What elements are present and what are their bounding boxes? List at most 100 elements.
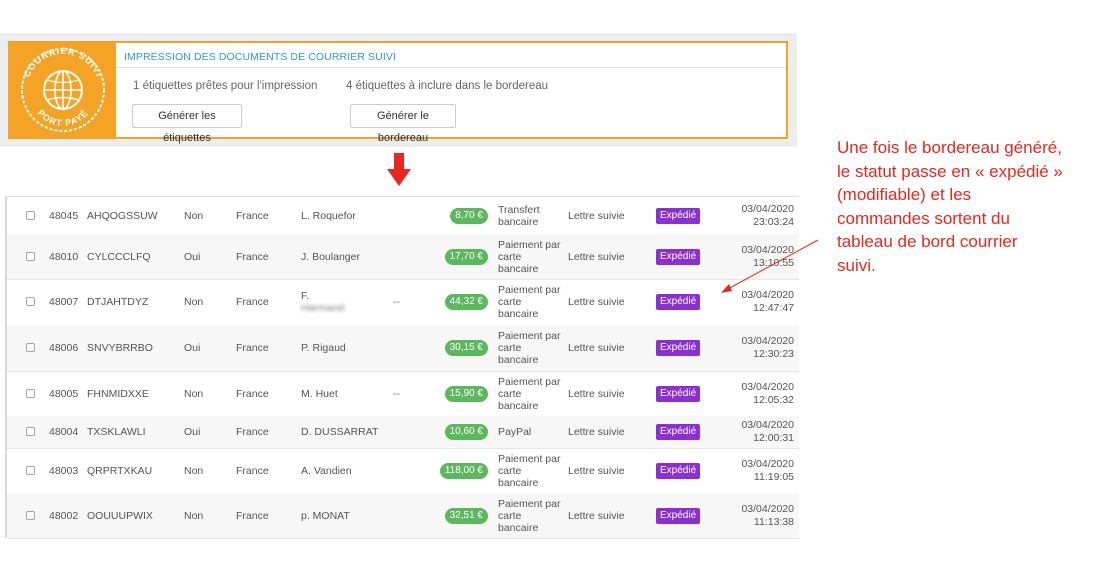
payment-method-line: carte [498,509,522,522]
order-time: 11:19:05 [753,470,794,483]
price-badge: 44,32 € [444,294,488,310]
payment-method-line: Paiement par [498,330,561,342]
customer-name-line: F. [301,290,310,302]
table-row[interactable]: 48004 TXSKLAWLI Oui France D. DUSSARRAT 10,60… [7,416,799,449]
customer-name-line: P. Rigaud [301,342,346,354]
new-customer-flag: Non [184,464,204,477]
status-badge[interactable]: Expédié [656,294,701,310]
new-customer-flag: Oui [184,342,201,354]
price-badge: 8,70 € [450,207,488,224]
row-checkbox[interactable] [26,388,35,398]
order-id[interactable]: 48010 [49,251,78,263]
delivery-country: France [236,387,269,400]
customer-name-line: p. MONAT [301,509,350,522]
customer-name: L. Roquefor [301,210,356,222]
order-id[interactable]: 48002 [49,510,78,522]
status-badge[interactable]: Expédié [656,248,701,265]
order-reference[interactable]: FHNMIDXXE [87,388,149,400]
shipping-method: Lettre suivie [568,509,625,522]
status-badge[interactable]: Expédié [656,462,701,479]
row-checkbox[interactable] [26,465,35,475]
row-checkbox[interactable] [26,427,35,436]
new-customer-flag: Oui [184,250,201,263]
order-reference[interactable]: CYLCCCLFQ [87,251,151,263]
order-reference[interactable]: AHQOGSSUW [87,210,158,222]
customer-name: P. Rigaud [301,342,346,354]
order-id[interactable]: 48004 [49,426,78,438]
payment-method: Paiement par carte bancaire [498,284,560,320]
customer-name: M. Huet [301,388,338,400]
order-reference[interactable]: DTJAHTDYZ [87,296,148,308]
courrier-suivi-logo: COURRIER SUIVI PORT PAYÉ [10,43,116,137]
order-datetime: 03/04/2020 11:19:05 [741,458,794,484]
globe-stamp-icon: COURRIER SUIVI PORT PAYÉ [21,47,105,132]
order-reference[interactable]: QRPRTXKAU [87,465,152,477]
delivery-country: France [236,426,269,438]
placeholder-dash: -- [393,296,400,308]
order-date: 03/04/2020 [741,335,794,347]
order-id[interactable]: 48045 [49,210,78,222]
generate-labels-button[interactable]: Générer les étiquettes [132,104,242,144]
table-row[interactable]: 48006 SNVYBRRBO Oui France P. Rigaud 30,15 € P… [7,325,799,372]
order-datetime: 03/04/2020 13:10:55 [741,244,794,270]
payment-method: Transfert bancaire [498,204,540,228]
payment-method-line: carte [498,387,522,400]
row-checkbox[interactable] [26,251,35,261]
order-datetime: 03/04/2020 12:00:31 [741,419,794,445]
status-badge[interactable]: Expédié [656,385,701,402]
customer-name: D. DUSSARRAT [301,426,378,438]
order-datetime: 03/04/2020 23:03:24 [741,203,794,229]
generate-bordereau-button[interactable]: Générer le bordereau [350,104,456,144]
status-badge[interactable]: Expédié [656,424,701,440]
row-checkbox[interactable] [26,510,35,520]
order-datetime: 03/04/2020 12:05:32 [741,381,794,407]
table-row[interactable]: 48003 QRPRTXKAU Non France A. Vandien 118,00 … [7,448,799,494]
order-date: 03/04/2020 [741,502,794,515]
payment-method-line: bancaire [498,399,539,412]
table-row[interactable]: 48010 CYLCCCLFQ Oui France J. Boulanger 17,70… [7,234,799,280]
delivery-country: France [236,509,269,522]
order-date: 03/04/2020 [741,457,794,470]
order-datetime: 03/04/2020 11:13:38 [741,503,794,529]
status-badge[interactable]: Expédié [656,207,701,224]
arrow-down-icon [387,153,411,186]
status-badge[interactable]: Expédié [656,507,701,524]
order-time: 12:00:31 [753,432,794,444]
annotation-line: suivi. [837,255,876,275]
payment-method: Paiement par carte bancaire [498,376,560,412]
status-badge[interactable]: Expédié [656,340,701,356]
order-date: 03/04/2020 [741,202,794,215]
labels-ready-text: 1 étiquettes prêtes pour l'impression [133,80,318,92]
annotation-note: Une fois le bordereau généré, le statut … [837,136,1105,277]
payment-method-line: Paiement par [498,375,561,388]
price-badge: 10,60 € [444,424,488,440]
order-id[interactable]: 48007 [49,296,78,308]
svg-text:PORT PAYÉ: PORT PAYÉ [36,108,91,128]
order-time: 12:05:32 [753,393,794,406]
order-id[interactable]: 48006 [49,342,78,354]
order-reference[interactable]: TXSKLAWLI [87,426,146,438]
payment-method-line: bancaire [498,215,539,228]
table-row[interactable]: 48007 DTJAHTDYZ Non France F. Harmand -- 44,32 … [7,279,799,326]
payment-method-line: carte [498,464,522,477]
table-row[interactable]: 48005 FHNMIDXXE Non France M. Huet -- 15,90 € P… [7,371,799,417]
customer-name-line: D. DUSSARRAT [301,426,379,438]
order-date: 03/04/2020 [741,289,794,301]
table-row[interactable]: 48045 AHQOGSSUW Non France L. Roquefor 8,70 €… [7,197,799,235]
order-reference[interactable]: OOUUUPWIX [87,510,153,522]
payment-method: Paiement par carte bancaire [498,453,560,489]
shipping-method: Lettre suivie [568,387,625,400]
row-checkbox[interactable] [26,343,35,352]
row-checkbox[interactable] [26,297,35,306]
order-id[interactable]: 48003 [49,465,78,477]
table-row[interactable]: 48002 OOUUUPWIX Non France p. MONAT 32,51 € Pa… [7,493,799,539]
row-checkbox[interactable] [26,210,35,220]
annotation-line: (modifiable) et les [837,185,972,204]
price-badge: 15,90 € [444,385,488,402]
order-reference[interactable]: SNVYBRRBO [87,342,153,354]
payment-method: Paiement par carte bancaire [498,330,560,366]
order-id[interactable]: 48005 [49,388,78,400]
customer-name-line: A. Vandien [301,464,352,477]
payment-method-line: Paiement par [498,284,561,296]
shipping-method: Lettre suivie [568,426,625,438]
